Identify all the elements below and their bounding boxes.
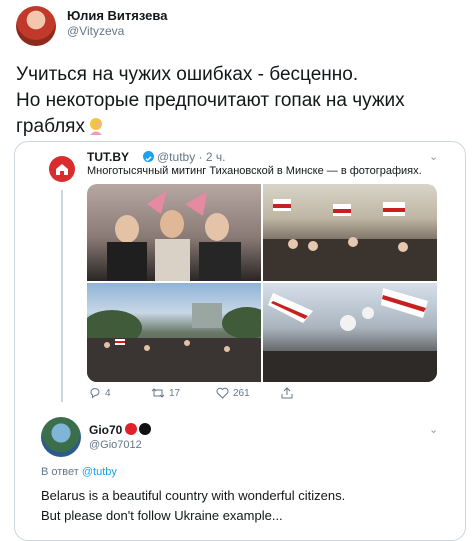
tweet-text: Учиться на чужих ошибках - бесценно. Но … bbox=[16, 62, 456, 140]
black-circle-emoji-icon bbox=[139, 423, 151, 435]
retweet-count[interactable]: 17 bbox=[151, 387, 180, 399]
photo-3[interactable] bbox=[87, 283, 272, 382]
photo-2[interactable] bbox=[263, 184, 437, 281]
reply-text-line-2: But please don't follow Ukraine example.… bbox=[41, 508, 283, 523]
red-circle-emoji-icon bbox=[125, 423, 137, 435]
tweet-text-line-3: граблях bbox=[16, 114, 456, 140]
share-button[interactable] bbox=[281, 387, 297, 399]
reply-chevron-down-icon[interactable]: ⌄ bbox=[429, 423, 438, 436]
tutby-logo-icon[interactable] bbox=[49, 156, 75, 182]
reply-text: Belarus is a beautiful country with wond… bbox=[41, 486, 461, 526]
tweet-text-line-2: Но некоторые предпочитают гопак на чужих bbox=[16, 90, 405, 111]
like-icon[interactable] bbox=[216, 387, 233, 399]
photo-4[interactable] bbox=[263, 283, 437, 382]
reply-author-handle[interactable]: @Gio7012 bbox=[89, 439, 142, 451]
in-reply-handle-link[interactable]: @tutby bbox=[82, 466, 117, 478]
like-count-value: 261 bbox=[233, 388, 250, 399]
retweet-count-value: 17 bbox=[169, 388, 181, 399]
facepalm-emoji-icon bbox=[86, 115, 106, 135]
verified-icon bbox=[143, 151, 154, 162]
in-reply-to: В ответ @tutby bbox=[41, 466, 117, 478]
reply-text-line-1: Belarus is a beautiful country with wond… bbox=[41, 488, 346, 503]
reply-author-name[interactable]: Gio70 bbox=[89, 423, 122, 437]
quoted-text: Многотысячный митинг Тихановской в Минск… bbox=[87, 165, 422, 177]
like-count[interactable]: 261 bbox=[216, 387, 250, 399]
author-avatar[interactable] bbox=[16, 6, 56, 46]
reply-count-value: 4 bbox=[105, 388, 111, 399]
author-handle[interactable]: @Vityzeva bbox=[67, 24, 124, 38]
quoted-author-name[interactable]: TUT.BY bbox=[87, 150, 129, 164]
photo-grid[interactable] bbox=[87, 184, 437, 382]
photo-1[interactable] bbox=[87, 184, 261, 281]
tweet-text-line-3-text: граблях bbox=[16, 116, 85, 137]
retweet-icon[interactable] bbox=[151, 388, 169, 399]
in-reply-prefix: В ответ bbox=[41, 466, 79, 478]
reply-count[interactable]: 4 bbox=[89, 387, 111, 399]
author-name[interactable]: Юлия Витязева bbox=[67, 8, 167, 23]
reply-author-avatar[interactable] bbox=[41, 417, 81, 457]
quoted-tweet[interactable]: TUT.BY @tutby · 2 ч. ⌄ Многотысячный мит… bbox=[14, 141, 466, 541]
reply-icon[interactable] bbox=[89, 388, 105, 399]
thread-line bbox=[61, 190, 63, 402]
chevron-down-icon[interactable]: ⌄ bbox=[429, 150, 438, 163]
quoted-handle-time[interactable]: @tutby · 2 ч. bbox=[157, 150, 225, 164]
tweet-text-line-1: Учиться на чужих ошибках - бесценно. bbox=[16, 64, 359, 85]
share-icon[interactable] bbox=[281, 387, 297, 399]
tweet-card: Юлия Витязева @Vityzeva Учиться на чужих… bbox=[0, 0, 476, 541]
